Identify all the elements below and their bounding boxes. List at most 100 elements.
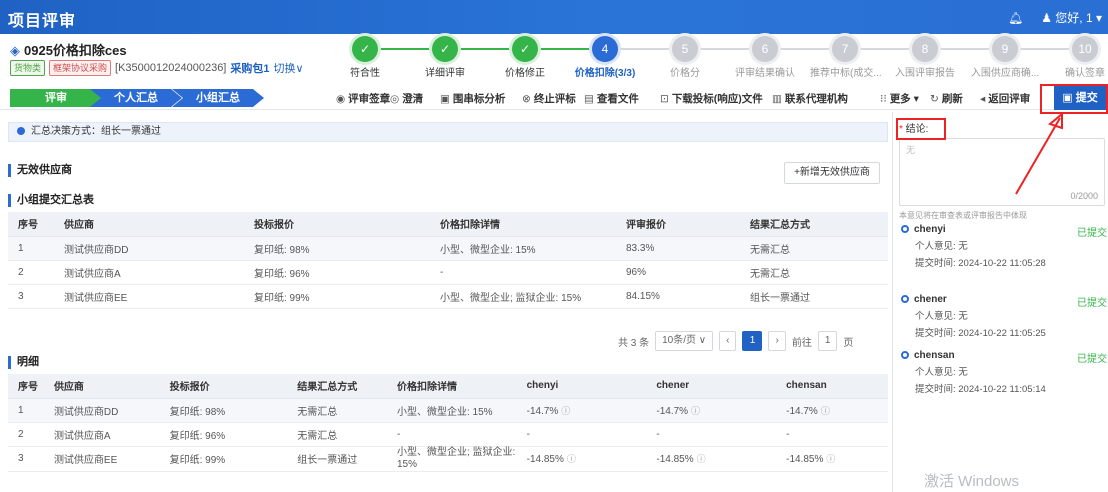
table-cell: 测试供应商EE <box>43 446 160 472</box>
table-cell: 无需汇总 <box>287 422 387 447</box>
toolbar-icon: ▤ <box>584 93 594 105</box>
user-greeting: 您好, 1 <box>1055 11 1093 25</box>
toolbar-button-5[interactable]: ▤ 查看文件 <box>584 91 639 106</box>
step-circle: 9 <box>992 36 1018 62</box>
cell-text: 小型、微型企业: 15% <box>396 406 493 418</box>
step-9[interactable]: 9 入围供应商确... <box>970 36 1040 79</box>
table-cell: - <box>646 422 777 447</box>
cell-text: 复印纸: 98% <box>254 244 310 256</box>
project-name: 0925价格扣除ces <box>24 43 127 58</box>
bell-icon[interactable]: 🔔︎ <box>1008 11 1023 25</box>
char-counter: 0/2000 <box>1070 191 1098 201</box>
table-cell: 小型、微型企业; 监狱企业: 15% <box>430 284 616 309</box>
step-1[interactable]: ✓ 符合性 <box>330 36 400 79</box>
toolbar-button-3[interactable]: ▣ 围串标分析 <box>440 91 505 106</box>
crumb-1[interactable]: 评审 <box>10 89 102 107</box>
toolbar-button-6[interactable]: ⊡ 下载投标(响应)文件 <box>660 91 763 106</box>
reviewer-entry: chensan 已提交 个人意见: 无提交时间: 2024-10-22 11:05:… <box>901 350 1107 395</box>
activate-windows-watermark: 激活 Windows <box>924 473 1020 490</box>
timeline-dot-icon <box>901 351 909 359</box>
column-header: 供应商 <box>43 374 160 399</box>
step-label: 符合性 <box>350 68 380 79</box>
info-icon[interactable]: ⓘ <box>691 406 700 416</box>
table-cell: 小型、微型企业: 15% <box>386 398 517 423</box>
step-4[interactable]: 4 价格扣除(3/3) <box>570 36 640 79</box>
table-cell: 1 <box>8 236 54 261</box>
table-cell: 复印纸: 98% <box>159 398 288 423</box>
column-header: 价格扣除详情 <box>386 374 517 399</box>
step-5[interactable]: 5 价格分 <box>650 36 720 79</box>
goto-label: 前往 <box>791 337 812 349</box>
crumb-2[interactable]: 个人汇总 <box>90 89 182 107</box>
step-8[interactable]: 8 入围评审报告 <box>890 36 960 79</box>
info-icon[interactable]: ⓘ <box>826 454 835 464</box>
add-invalid-supplier-button[interactable]: +新增无效供应商 <box>784 162 880 184</box>
table-cell: 组长一票通过 <box>740 284 888 309</box>
page-size-select[interactable]: 10条/页 ∨ <box>655 331 714 351</box>
column-header: 序号 <box>8 212 54 237</box>
cell-text: - <box>656 428 660 440</box>
info-icon[interactable]: ⓘ <box>561 406 570 416</box>
summary-table-title: 小组提交汇总表 <box>8 194 94 207</box>
toolbar-label: 更多 ▾ <box>889 93 919 105</box>
cell-text: -14.7% <box>656 405 689 417</box>
table-cell: 复印纸: 96% <box>159 422 288 447</box>
cell-text: - <box>396 428 401 440</box>
toolbar-button-7[interactable]: ▥ 联系代理机构 <box>772 91 848 106</box>
cell-text: -14.7% <box>786 405 818 417</box>
toolbar-icon: ⊗ <box>522 93 531 105</box>
user-menu[interactable]: ♟ 您好, 1 ▾ <box>1041 9 1102 26</box>
table-cell: - <box>516 422 647 447</box>
toolbar-label: 返回评审 <box>988 93 1031 105</box>
column-header: 投标报价 <box>244 212 430 237</box>
cell-text: 复印纸: 98% <box>169 406 226 418</box>
step-circle: 8 <box>912 36 938 62</box>
toolbar-button-4[interactable]: ⊗ 终止评标 <box>522 91 576 106</box>
current-page-button[interactable]: 1 <box>742 331 763 351</box>
project-tags: 货物类 框架协议采购 [K3500012024000236] 采购包1 切换∨ <box>10 60 304 76</box>
user-icon: ♟ <box>1041 11 1056 25</box>
step-7[interactable]: 7 推荐中标(成交... <box>810 36 882 79</box>
toolbar-button-9[interactable]: ↻ 刷新 <box>930 91 963 106</box>
toolbar-button-2[interactable]: ◎ 澄清 <box>390 91 423 106</box>
column-header: chensan <box>776 374 888 399</box>
step-3[interactable]: ✓ 价格修正 <box>490 36 560 79</box>
toolbar-button-8[interactable]: ⁝⁝ 更多 ▾ <box>880 91 919 106</box>
cell-text: 3 <box>18 290 24 302</box>
notice-text: 汇总决策方式：组长一票通过 <box>31 126 161 137</box>
cell-text: -14.85% <box>786 454 824 465</box>
conclusion-textarea[interactable]: 无 0/2000 <box>899 138 1105 206</box>
reviewer-entry: chenyi 已提交 个人意见: 无提交时间: 2024-10-22 11:05:2… <box>901 224 1107 269</box>
submit-highlight-box <box>1040 84 1108 114</box>
step-2[interactable]: ✓ 详细评审 <box>410 36 480 79</box>
info-icon[interactable]: ⓘ <box>821 406 830 416</box>
info-icon[interactable]: ⓘ <box>567 454 576 464</box>
switch-package-link[interactable]: 切换∨ <box>274 60 304 76</box>
crumb-3[interactable]: 小组汇总 <box>172 89 264 107</box>
reviewer-opinion: 个人意见: 无 <box>915 367 968 378</box>
step-label: 价格扣除(3/3) <box>574 68 636 79</box>
next-page-button[interactable]: › <box>768 331 786 351</box>
table-cell: -14.7% ⓘ <box>646 398 777 423</box>
page-size-value: 10条/页 <box>662 335 697 346</box>
goto-page-input[interactable]: 1 <box>817 331 838 351</box>
reviewer-opinion: 个人意见: 无 <box>915 311 968 322</box>
step-label: 价格修正 <box>505 68 545 79</box>
cell-text: 84.15% <box>626 290 660 302</box>
step-10[interactable]: 10 确认签章 <box>1050 36 1108 79</box>
step-6[interactable]: 6 评审结果确认 <box>730 36 800 79</box>
toolbar-button-10[interactable]: ◂ 返回评审 <box>980 91 1030 106</box>
info-icon[interactable]: ⓘ <box>697 454 706 464</box>
cell-text: -14.85% <box>526 454 564 465</box>
switch-label: 切换 <box>273 63 296 75</box>
progress-steps: ✓ 符合性 ✓ 详细评审 ✓ 价格修正 4 价格扣除(3/3) 5 价格分 6 评审结果确认 7 推荐中标… <box>320 34 1108 86</box>
table-cell: 2 <box>8 260 54 285</box>
reviewer-status: 已提交 <box>1077 228 1107 239</box>
table-row: 3 测试供应商EE 复印纸: 99% 组长一票通过 小型、微型企业; 监狱企业: 15%… <box>8 446 888 472</box>
conclusion-panel: * 结论: 无 0/2000 本意见将在审查表或评审报告中体现 chenyi 已提… <box>892 112 1108 492</box>
info-icon <box>17 127 25 135</box>
toolbar-button-1[interactable]: ◉ 评审签章 <box>336 91 390 106</box>
prev-page-button[interactable]: ‹ <box>719 331 737 351</box>
step-label: 详细评审 <box>425 68 465 79</box>
app-title: 项目评审 <box>8 13 77 30</box>
